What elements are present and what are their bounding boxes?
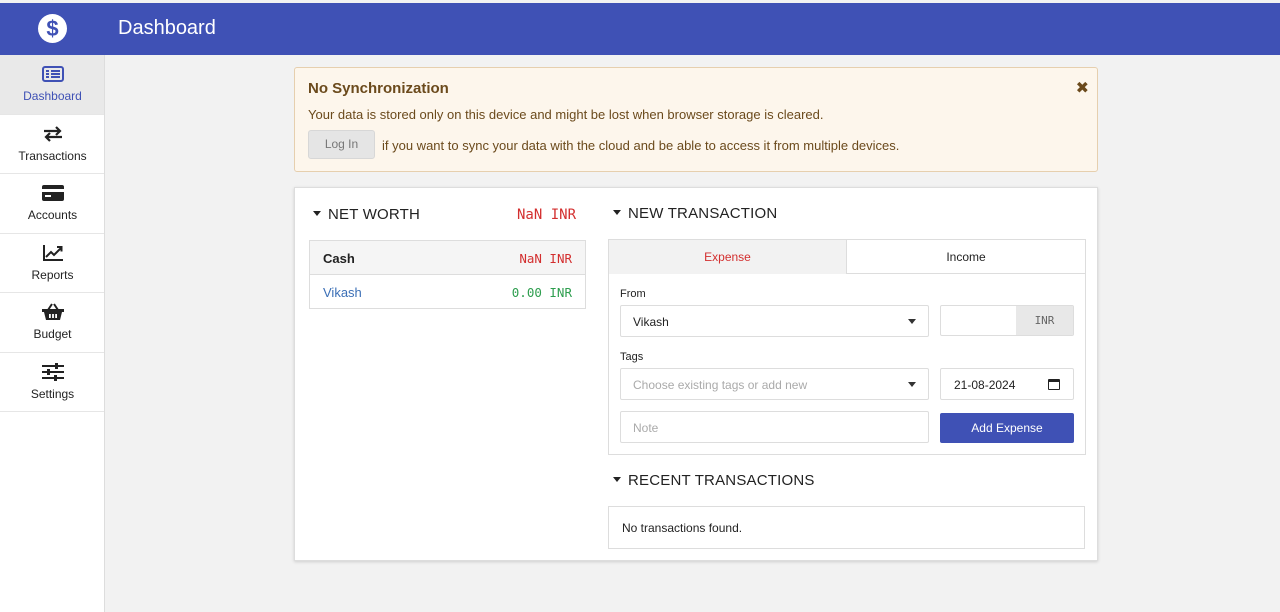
- from-account-select[interactable]: Vikash: [620, 305, 929, 337]
- date-value: 21-08-2024: [954, 378, 1016, 392]
- caret-down-icon: [613, 210, 621, 215]
- currency-addon: INR: [1016, 306, 1073, 335]
- tags-label: Tags: [620, 351, 644, 363]
- add-expense-button[interactable]: Add Expense: [940, 413, 1074, 443]
- sidebar-item-label: Transactions: [18, 148, 87, 163]
- sidebar-item-label: Dashboard: [23, 89, 82, 103]
- sidebar-item-budget[interactable]: Budget: [0, 293, 104, 353]
- sync-alert: No Synchronization ✖ Your data is stored…: [294, 67, 1098, 172]
- from-label: From: [620, 288, 646, 300]
- sidebar-item-reports[interactable]: Reports: [0, 234, 105, 293]
- account-link[interactable]: Vikash: [323, 285, 362, 300]
- sidebar-item-label: Settings: [30, 386, 75, 401]
- sidebar-item-label: Budget: [33, 327, 72, 341]
- tags-select[interactable]: Choose existing tags or add new: [620, 368, 929, 400]
- note-input[interactable]: Note: [620, 411, 929, 443]
- dashboard-icon: [0, 64, 105, 84]
- transfer-arrows-icon: [0, 124, 105, 144]
- empty-message: No transactions found.: [622, 521, 743, 535]
- alert-title: No Synchronization: [308, 80, 449, 97]
- from-account-value: Vikash: [633, 315, 669, 329]
- chevron-down-icon: [908, 382, 916, 387]
- account-balance: 0.00 INR: [511, 285, 572, 300]
- credit-card-icon: [0, 183, 105, 203]
- account-row: Vikash 0.00 INR: [310, 275, 585, 309]
- sidebar-item-settings[interactable]: Settings: [0, 353, 105, 412]
- sliders-icon: [0, 362, 105, 382]
- dashboard-card: NET WORTH NaN INR Cash NaN INR Vikash 0.…: [294, 187, 1098, 561]
- sidebar-item-accounts[interactable]: Accounts: [0, 174, 104, 234]
- chevron-down-icon: [908, 319, 916, 324]
- net-worth-total: NaN INR: [517, 207, 577, 223]
- accounts-table: Cash NaN INR Vikash 0.00 INR: [309, 240, 586, 309]
- login-button[interactable]: Log In: [308, 130, 375, 159]
- new-transaction-heading[interactable]: NEW TRANSACTION: [613, 205, 777, 222]
- amount-field[interactable]: INR: [940, 305, 1074, 336]
- sidebar-item-dashboard[interactable]: Dashboard: [0, 55, 104, 115]
- page-title: Dashboard: [118, 17, 216, 39]
- recent-transactions-list: No transactions found.: [608, 506, 1085, 549]
- alert-login-message: if you want to sync your data with the c…: [382, 138, 900, 153]
- recent-transactions-heading-label: RECENT TRANSACTIONS: [628, 472, 815, 489]
- basket-icon: [0, 302, 105, 322]
- caret-down-icon: [313, 211, 321, 216]
- account-group-value: NaN INR: [519, 251, 572, 266]
- new-transaction-form: Expense Income From Vikash INR Tags Choo…: [608, 239, 1086, 455]
- recent-transactions-heading[interactable]: RECENT TRANSACTIONS: [613, 472, 815, 489]
- sidebar-item-transactions[interactable]: Transactions: [0, 115, 105, 174]
- dollar-icon[interactable]: $: [38, 14, 67, 43]
- tab-income[interactable]: Income: [847, 240, 1085, 274]
- calendar-icon[interactable]: [1048, 379, 1060, 390]
- new-transaction-heading-label: NEW TRANSACTION: [628, 205, 778, 222]
- sidebar: Dashboard Transactions Accounts Reports …: [0, 55, 105, 612]
- transaction-type-tabs: Expense Income: [609, 240, 1085, 274]
- sidebar-item-label: Reports: [31, 267, 74, 282]
- net-worth-heading-label: NET WORTH: [328, 206, 421, 223]
- top-app-bar: $ Dashboard: [0, 3, 1280, 55]
- line-chart-icon: [0, 243, 105, 263]
- close-icon[interactable]: ✖: [1076, 78, 1089, 98]
- note-placeholder: Note: [633, 421, 659, 435]
- caret-down-icon: [613, 477, 621, 482]
- alert-message: Your data is stored only on this device …: [308, 107, 824, 122]
- sidebar-item-label: Accounts: [27, 208, 78, 222]
- account-group-row: Cash NaN INR: [310, 241, 585, 275]
- net-worth-heading[interactable]: NET WORTH: [313, 206, 420, 223]
- account-group-name: Cash: [323, 251, 355, 266]
- tab-expense[interactable]: Expense: [609, 240, 847, 274]
- date-input[interactable]: 21-08-2024: [940, 368, 1074, 400]
- tags-placeholder: Choose existing tags or add new: [633, 378, 808, 392]
